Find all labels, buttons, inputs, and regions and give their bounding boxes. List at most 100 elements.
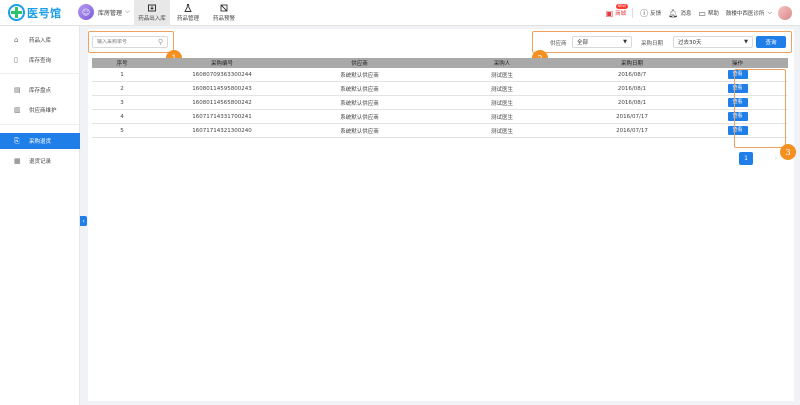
col-header-supplier: 供应商 — [351, 61, 368, 67]
cell-code: 16071714331700241 — [192, 113, 252, 120]
chevron-down-icon: ⌵ — [125, 8, 130, 15]
cell-code: 16080114565800242 — [192, 99, 252, 106]
cell-buyer: 测试医生 — [490, 128, 513, 135]
sidebar-item-supplier[interactable]: ▥ 供应商维护 — [0, 102, 80, 118]
list-icon: ▦ — [14, 157, 21, 165]
search-box[interactable]: ⚲ — [92, 36, 168, 48]
clinic-name: 鼓楼中西医诊所 — [725, 11, 765, 17]
logo[interactable]: 医号馆 — [8, 4, 62, 21]
tab-drug-alert[interactable]: 药品预警 — [206, 0, 242, 26]
module-label: 库房管理 — [98, 9, 123, 17]
view-button[interactable]: 查看 — [727, 84, 748, 93]
supplier-select[interactable]: 全部 ▼ — [572, 36, 632, 48]
avatar[interactable] — [778, 6, 792, 20]
question-icon: ⓘ — [640, 8, 649, 18]
supplier-value: 全部 — [577, 40, 589, 46]
pagination-next-button[interactable]: › — [771, 152, 781, 165]
top-bar: 医号馆 ☺ 库房管理 ⌵ 药品出入库 药品管理 药品预警 ▣ 商城 NEW ⓘ … — [0, 0, 800, 26]
col-header-code: 采购编号 — [210, 61, 233, 67]
message-link[interactable]: 🔔︎ 消息 — [668, 9, 691, 18]
purchase-date-label: 采购日期 — [641, 41, 664, 47]
logo-cross-icon — [8, 4, 25, 21]
cell-code: 16080114595800243 — [192, 85, 252, 92]
sidebar-item-label: 退货记录 — [29, 159, 52, 165]
cell-action: 查看 — [687, 70, 788, 79]
shop-icon: ▣ — [605, 8, 614, 18]
feedback-link[interactable]: ⓘ 反馈 — [640, 8, 661, 19]
sidebar-item-stock-query[interactable]: ▯ 库存查询 — [0, 52, 80, 68]
cell-no: 4 — [120, 113, 124, 120]
help-link[interactable]: ▭ 帮助 — [698, 9, 719, 18]
purchase-date-select[interactable]: 过去30天 ▼ — [673, 36, 753, 48]
search-input[interactable] — [97, 39, 157, 45]
nav-tabs: 药品出入库 药品管理 药品预警 — [134, 0, 242, 26]
clipboard-icon: ▤ — [14, 86, 21, 94]
view-button[interactable]: 查看 — [727, 126, 748, 135]
cell-supplier: 系统默认供应商 — [340, 100, 379, 107]
cell-date: 2016/07/17 — [616, 127, 648, 134]
bell-icon: 🔔︎ — [668, 8, 679, 18]
search-icon[interactable]: ⚲ — [158, 38, 163, 46]
folder-icon: ▭ — [698, 8, 706, 18]
divider — [0, 124, 80, 125]
divider — [0, 73, 80, 74]
cell-no: 2 — [120, 85, 124, 92]
annotation-badge-3: 3 — [780, 144, 796, 160]
document-icon: ▯ — [14, 56, 18, 64]
sidebar-item-label: 库存查询 — [29, 58, 52, 64]
table-row: 5 16071714321300240 系统默认供应商 测试医生 2016/07… — [92, 124, 788, 138]
cell-action: 查看 — [687, 112, 788, 121]
sidebar: ⌂ 药品入库 ▯ 库存查询 ▤ 库存盘点 ▥ 供应商维护 ⎘ 采购退货 ▦ 退货… — [0, 26, 80, 405]
building-icon: ▥ — [14, 106, 21, 114]
col-header-no: 序号 — [116, 61, 128, 67]
table-row: 2 16080114595800243 系统默认供应商 测试医生 2016/08… — [92, 82, 788, 96]
cell-date: 2016/08/1 — [617, 85, 647, 92]
sidebar-item-return-records[interactable]: ▦ 退货记录 — [0, 153, 80, 169]
sidebar-item-drug-in[interactable]: ⌂ 药品入库 — [0, 32, 80, 48]
sidebar-item-purchase-return[interactable]: ⎘ 采购退货 — [0, 133, 80, 149]
table-header: 序号 采购编号 供应商 采购人 采购日期 操作 — [92, 58, 788, 68]
sidebar-collapse-button[interactable]: ‹ — [80, 216, 87, 226]
view-button[interactable]: 查看 — [727, 112, 748, 121]
flask-icon — [184, 4, 192, 13]
supplier-label: 供应商 — [550, 41, 567, 47]
view-button[interactable]: 查看 — [727, 98, 748, 107]
cell-supplier: 系统默认供应商 — [340, 128, 379, 135]
purchase-date-value: 过去30天 — [678, 40, 702, 46]
cell-action: 查看 — [687, 126, 788, 135]
cell-buyer: 测试医生 — [490, 114, 513, 121]
clinic-switcher[interactable]: 鼓楼中西医诊所 ⌵ — [726, 9, 772, 17]
help-label: 帮助 — [707, 11, 719, 17]
sidebar-item-label: 药品入库 — [29, 38, 52, 44]
chevron-down-icon: ⌵ — [767, 9, 772, 16]
cell-code: 16071714321300240 — [192, 127, 252, 134]
inbox-icon — [148, 4, 156, 13]
table-row: 1 16080709363300244 系统默认供应商 测试医生 2016/08… — [92, 68, 788, 82]
sidebar-item-label: 库存盘点 — [29, 88, 52, 94]
cell-buyer: 测试医生 — [490, 72, 513, 79]
purchase-table: 序号 采购编号 供应商 采购人 采购日期 操作 1 16080709363300… — [92, 58, 788, 138]
cell-date: 2016/07/17 — [616, 113, 648, 120]
tab-drug-management[interactable]: 药品管理 — [170, 0, 206, 26]
col-header-buyer: 采购人 — [493, 61, 511, 67]
sidebar-item-stocktake[interactable]: ▤ 库存盘点 — [0, 82, 80, 98]
module-avatar-icon: ☺ — [78, 4, 94, 20]
pagination-page-1[interactable]: 1 — [739, 152, 753, 165]
return-icon: ⎘ — [14, 136, 20, 145]
view-button[interactable]: 查看 — [727, 70, 748, 79]
main-content: ⚲ 1 供应商 全部 ▼ 采购日期 过去30天 ▼ 查询 2 序号 采购编号 供… — [88, 29, 796, 401]
feedback-label: 反馈 — [650, 11, 662, 17]
cell-code: 16080709363300244 — [192, 71, 252, 78]
module-switcher[interactable]: ☺ 库房管理 ⌵ — [78, 4, 130, 20]
divider — [632, 8, 634, 18]
col-header-action: 操作 — [731, 61, 743, 67]
query-button[interactable]: 查询 — [756, 36, 786, 48]
cell-supplier: 系统默认供应商 — [340, 72, 379, 79]
cell-buyer: 测试医生 — [490, 100, 513, 107]
sidebar-item-label: 供应商维护 — [29, 108, 57, 114]
caret-down-icon: ▼ — [623, 39, 627, 45]
tab-label: 药品管理 — [176, 16, 199, 22]
mall-link[interactable]: ▣ 商城 NEW — [605, 3, 628, 18]
cell-date: 2016/08/1 — [617, 99, 647, 106]
tab-drug-inout[interactable]: 药品出入库 — [134, 0, 170, 26]
